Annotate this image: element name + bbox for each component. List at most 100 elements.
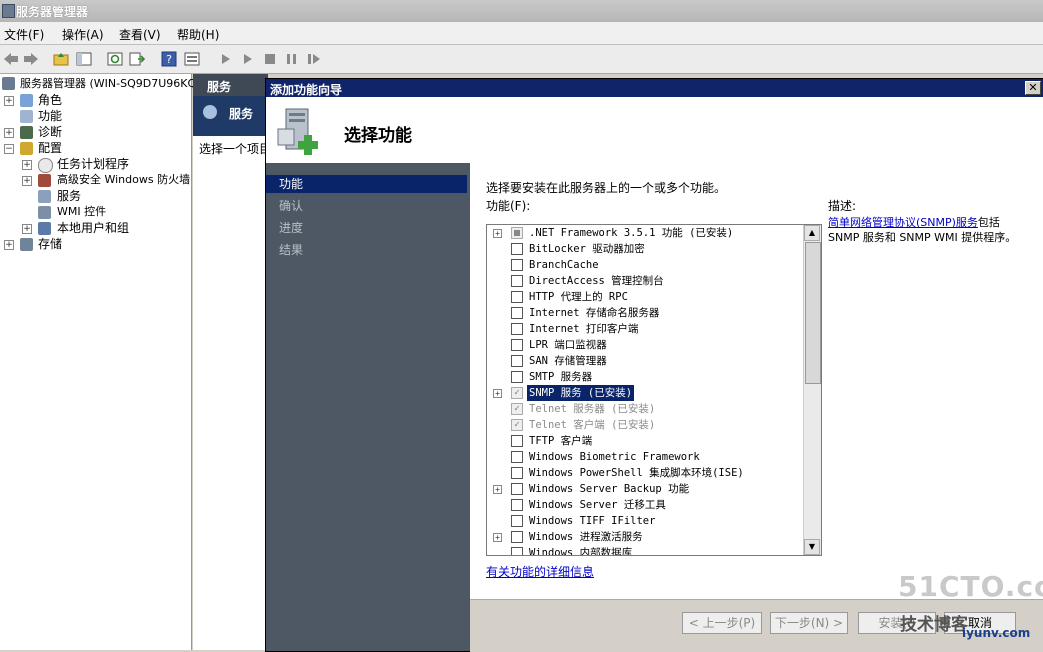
feature-checkbox[interactable] (511, 323, 523, 335)
tree-item-label: 功能 (38, 109, 63, 123)
stop-icon[interactable] (261, 50, 279, 68)
feature-row[interactable]: LPR 端口监视器 (487, 337, 803, 353)
feature-row[interactable]: HTTP 代理上的 RPC (487, 289, 803, 305)
tree-item-roles[interactable]: + 角色 (0, 92, 190, 108)
feature-row[interactable]: + Windows Server Backup 功能 (487, 481, 803, 497)
feature-checkbox[interactable] (511, 275, 523, 287)
feature-row[interactable]: Windows Server 迁移工具 (487, 497, 803, 513)
more-info-link[interactable]: 有关功能的详细信息 (486, 563, 594, 580)
features-list[interactable]: + .NET Framework 3.5.1 功能 (已安装) BitLocker … (486, 224, 822, 556)
properties-icon[interactable] (183, 50, 201, 68)
feature-label: DirectAccess 管理控制台 (529, 275, 664, 287)
feature-checkbox[interactable] (511, 499, 523, 511)
feature-checkbox[interactable] (511, 515, 523, 527)
start-icon[interactable] (217, 50, 235, 68)
close-button[interactable]: ✕ (1025, 81, 1041, 95)
expand-icon[interactable]: + (22, 176, 32, 186)
feature-checkbox[interactable] (511, 531, 523, 543)
feature-row[interactable]: + .NET Framework 3.5.1 功能 (已安装) (487, 225, 803, 241)
feature-row[interactable]: Windows TIFF IFilter (487, 513, 803, 529)
collapse-icon[interactable]: − (4, 144, 14, 154)
feature-row[interactable]: SAN 存储管理器 (487, 353, 803, 369)
tree-item-wmi[interactable]: WMI 控件 (0, 204, 190, 220)
scroll-thumb[interactable] (805, 242, 821, 384)
menu-view[interactable]: 查看(V) (119, 26, 161, 43)
expand-icon[interactable]: + (493, 485, 502, 494)
next-button[interactable]: 下一步(N) > (770, 612, 848, 634)
pause-icon[interactable] (283, 50, 301, 68)
feature-row[interactable]: Windows 内部数据库 (487, 545, 803, 555)
feature-row[interactable]: Windows PowerShell 集成脚本环境(ISE) (487, 465, 803, 481)
feature-row[interactable]: Windows Biometric Framework (487, 449, 803, 465)
feature-row[interactable]: TFTP 客户端 (487, 433, 803, 449)
previous-button[interactable]: < 上一步(P) (682, 612, 762, 634)
feature-row[interactable]: ✓ Telnet 客户端 (已安装) (487, 417, 803, 433)
feature-label: BitLocker 驱动器加密 (529, 243, 645, 255)
restart-icon[interactable] (305, 50, 323, 68)
refresh-icon[interactable] (106, 50, 124, 68)
feature-checkbox[interactable] (511, 307, 523, 319)
up-folder-icon[interactable] (52, 50, 70, 68)
feature-checkbox[interactable]: ✓ (511, 419, 523, 431)
wizard-steps: 功能 确认 进度 结果 (266, 163, 470, 651)
tree-item-local-users[interactable]: + 本地用户和组 (0, 220, 190, 236)
feature-row[interactable]: SMTP 服务器 (487, 369, 803, 385)
expand-icon[interactable]: + (22, 224, 32, 234)
description-text: 简单网络管理协议(SNMP)服务包括 SNMP 服务和 SNMP WMI 提供程… (828, 215, 1028, 245)
tree-item-diagnostics[interactable]: + 诊断 (0, 124, 190, 140)
menu-action[interactable]: 操作(A) (62, 26, 104, 43)
feature-checkbox[interactable] (511, 291, 523, 303)
description-link[interactable]: 简单网络管理协议(SNMP)服务 (828, 216, 978, 229)
feature-checkbox[interactable] (511, 243, 523, 255)
back-icon[interactable] (2, 50, 20, 68)
gear-icon (203, 105, 217, 119)
tree-item-storage[interactable]: + 存储 (0, 236, 190, 252)
feature-checkbox[interactable] (511, 371, 523, 383)
feature-row[interactable]: BranchCache (487, 257, 803, 273)
tree-item-task-scheduler[interactable]: + 任务计划程序 (0, 156, 190, 173)
feature-checkbox[interactable] (511, 259, 523, 271)
start-alt-icon[interactable] (239, 50, 257, 68)
scrollbar[interactable]: ▲ ▼ (803, 225, 821, 555)
feature-checkbox[interactable]: ✓ (511, 387, 523, 399)
feature-checkbox[interactable] (511, 355, 523, 367)
expand-icon[interactable]: + (4, 240, 14, 250)
export-list-icon[interactable] (128, 50, 146, 68)
feature-row[interactable]: Internet 打印客户端 (487, 321, 803, 337)
expand-icon[interactable]: + (493, 229, 502, 238)
tree-item-firewall[interactable]: + 高级安全 Windows 防火墙 (0, 172, 190, 188)
expand-icon[interactable]: + (22, 160, 32, 170)
feature-checkbox[interactable] (511, 467, 523, 479)
feature-row[interactable]: + ✓ SNMP 服务 (已安装) (487, 385, 803, 401)
scroll-down-icon[interactable]: ▼ (804, 539, 820, 555)
feature-row[interactable]: DirectAccess 管理控制台 (487, 273, 803, 289)
tree-item-configuration[interactable]: − 配置 (0, 140, 190, 156)
expand-icon[interactable]: + (493, 533, 502, 542)
feature-checkbox[interactable] (511, 435, 523, 447)
step-features[interactable]: 功能 (266, 175, 467, 193)
feature-row[interactable]: BitLocker 驱动器加密 (487, 241, 803, 257)
help-icon[interactable]: ? (160, 50, 178, 68)
tree-item-features[interactable]: 功能 (0, 108, 190, 124)
tree-item-label: 任务计划程序 (57, 157, 130, 171)
feature-checkbox[interactable] (511, 547, 523, 555)
feature-checkbox[interactable] (511, 227, 523, 239)
feature-checkbox[interactable] (511, 483, 523, 495)
feature-checkbox[interactable] (511, 339, 523, 351)
feature-checkbox[interactable]: ✓ (511, 403, 523, 415)
dialog-heading: 选择功能 (344, 126, 412, 146)
forward-icon[interactable] (22, 50, 40, 68)
show-hide-tree-icon[interactable] (75, 50, 93, 68)
feature-row[interactable]: Internet 存储命名服务器 (487, 305, 803, 321)
feature-row[interactable]: ✓ Telnet 服务器 (已安装) (487, 401, 803, 417)
menu-help[interactable]: 帮助(H) (177, 26, 219, 43)
expand-icon[interactable]: + (4, 128, 14, 138)
scroll-up-icon[interactable]: ▲ (804, 225, 820, 241)
feature-row[interactable]: + Windows 进程激活服务 (487, 529, 803, 545)
tree-item-services[interactable]: 服务 (0, 188, 190, 204)
server-add-icon (277, 108, 318, 155)
expand-icon[interactable]: + (4, 96, 14, 106)
expand-icon[interactable]: + (493, 389, 502, 398)
feature-checkbox[interactable] (511, 451, 523, 463)
menu-file[interactable]: 文件(F) (4, 26, 44, 43)
